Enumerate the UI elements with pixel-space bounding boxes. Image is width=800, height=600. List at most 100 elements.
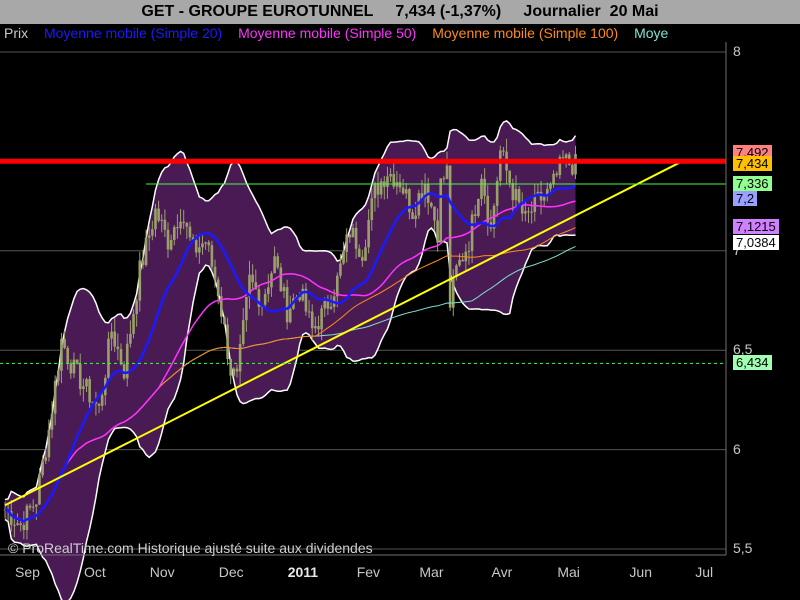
candle-body-74 (235, 368, 239, 372)
candle-body-3 (13, 524, 16, 526)
candle-body-21 (69, 362, 73, 374)
candle-body-150 (473, 214, 477, 216)
candle-body-76 (241, 320, 245, 344)
candle-body-176 (555, 173, 559, 176)
candle-body-86 (273, 256, 276, 274)
candle-body-20 (66, 348, 69, 363)
candle-body-175 (552, 173, 555, 185)
candle-body-73 (232, 368, 236, 376)
candle-body-84 (267, 287, 270, 294)
value-box-4: 7,1215 (733, 218, 779, 234)
candle-body-167 (527, 211, 530, 213)
candle-body-109 (345, 234, 348, 252)
candle-body-112 (354, 227, 358, 249)
candle-body-31 (100, 395, 104, 406)
candle-body-13 (44, 457, 48, 461)
x-tick-0: Sep (15, 564, 40, 580)
candle-body-40 (129, 333, 132, 344)
candle-body-123 (389, 174, 392, 177)
candle-body-9 (31, 506, 35, 508)
candle-body-51 (163, 219, 167, 230)
candle-body-88 (279, 267, 283, 292)
candle-body-62 (198, 247, 201, 253)
candle-body-33 (107, 338, 110, 378)
candle-body-141 (445, 165, 449, 180)
candle-body-128 (404, 189, 408, 194)
y-tick-4: 5,5 (733, 540, 753, 557)
credit-text: © ProRealTime.com Historique ajusté suit… (8, 540, 373, 556)
candle-body-10 (35, 504, 38, 507)
candle-body-79 (251, 274, 254, 283)
candle-body-139 (439, 178, 443, 243)
candle-body-118 (373, 182, 377, 199)
value-box-1: 7,434 (733, 156, 772, 172)
candle-body-67 (213, 266, 217, 280)
candle-body-159 (502, 150, 505, 152)
candle-body-122 (386, 176, 389, 187)
candle-body-5 (19, 523, 22, 526)
candle-body-127 (401, 187, 405, 194)
candle-body-182 (574, 153, 577, 175)
candle-body-103 (326, 300, 330, 309)
candle-body-89 (282, 287, 286, 292)
candle-body-34 (110, 331, 113, 339)
candle-body-72 (229, 358, 233, 376)
candle-body-101 (320, 308, 323, 330)
x-tick-5: Fev (356, 564, 381, 580)
candle-body-174 (549, 184, 552, 189)
value-box-3: 7,2 (733, 191, 758, 207)
candle-body-11 (38, 475, 41, 505)
candle-body-158 (498, 150, 502, 181)
candle-body-140 (442, 178, 446, 180)
candle-body-54 (172, 227, 176, 240)
candle-body-142 (448, 165, 452, 308)
candle-body-46 (147, 235, 151, 238)
candle-body-107 (339, 263, 342, 276)
candle-body-90 (285, 287, 289, 323)
candle-body-113 (357, 248, 361, 257)
candle-body-91 (288, 308, 292, 323)
candle-body-41 (132, 314, 135, 334)
candle-body-68 (216, 279, 220, 297)
candle-body-162 (511, 183, 515, 201)
candle-body-126 (398, 182, 402, 188)
candle-body-136 (430, 202, 433, 207)
x-tick-2: Nov (149, 564, 175, 580)
candle-body-63 (201, 243, 204, 248)
x-tick-8: Mai (557, 564, 580, 580)
candle-body-22 (72, 359, 76, 374)
candle-body-47 (151, 229, 154, 236)
candle-body-161 (508, 170, 511, 184)
stock-chart (0, 42, 727, 600)
candle-body-27 (88, 379, 91, 403)
candle-body-169 (533, 194, 537, 213)
candle-body-148 (467, 250, 471, 252)
x-tick-10: Jul (695, 564, 714, 580)
value-box-2: 7,336 (733, 175, 772, 191)
candle-body-56 (179, 221, 182, 229)
candle-body-137 (433, 206, 436, 221)
candle-body-157 (495, 180, 499, 206)
candle-body-178 (561, 157, 565, 159)
candle-body-164 (517, 189, 521, 203)
candle-body-6 (22, 525, 26, 531)
candle-body-114 (361, 256, 364, 261)
candle-body-64 (204, 242, 207, 244)
candle-body-59 (188, 226, 192, 238)
x-tick-7: Avr (491, 564, 513, 580)
candle-body-87 (276, 256, 280, 268)
candle-body-181 (571, 164, 574, 175)
candle-body-18 (60, 338, 63, 371)
candle-body-17 (56, 370, 60, 381)
candle-body-104 (329, 306, 333, 309)
candle-body-24 (78, 363, 82, 390)
x-tick-4: 2011 (287, 564, 319, 580)
candle-body-37 (119, 349, 123, 365)
candle-body-66 (210, 245, 214, 267)
candle-body-168 (530, 211, 533, 213)
candle-body-117 (370, 198, 374, 221)
value-box-5: 7,0384 (733, 235, 779, 251)
candle-body-12 (41, 460, 44, 476)
candle-body-25 (82, 386, 85, 390)
candle-body-100 (317, 326, 320, 330)
